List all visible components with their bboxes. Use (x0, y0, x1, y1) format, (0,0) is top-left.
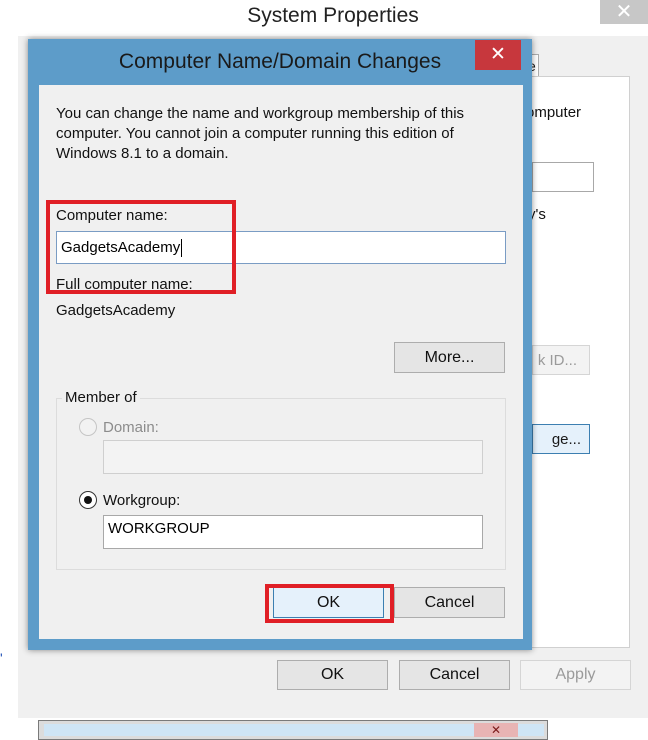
system-properties-close-icon[interactable]: ✕ (600, 0, 648, 24)
workgroup-radio[interactable] (79, 491, 97, 509)
more-button[interactable]: More... (394, 342, 505, 373)
partial-window-close-icon[interactable]: ✕ (474, 723, 518, 737)
system-properties-title: System Properties (247, 4, 419, 27)
dialog-close-icon[interactable]: ✕ (475, 40, 521, 70)
system-properties-ok-button[interactable]: OK (277, 660, 388, 690)
system-properties-apply-button[interactable]: Apply (520, 660, 631, 690)
stray-mark: ' (0, 650, 3, 666)
domain-radio[interactable] (79, 418, 97, 436)
member-of-label: Member of (62, 389, 140, 406)
system-properties-cancel-button[interactable]: Cancel (399, 660, 510, 690)
computer-description-input[interactable] (532, 162, 594, 192)
dialog-description: You can change the name and workgroup me… (56, 105, 465, 162)
domain-input[interactable] (103, 440, 483, 474)
full-computer-name-value: GadgetsAcademy (56, 302, 176, 319)
computer-description-label-fragment: omputer (526, 104, 582, 121)
computer-name-highlight (46, 200, 236, 294)
network-id-button[interactable]: k ID... (532, 345, 590, 375)
partial-window-caption-area (44, 724, 544, 736)
domain-label: Domain: (103, 419, 159, 436)
workgroup-input[interactable]: WORKGROUP (103, 515, 483, 549)
change-button[interactable]: ge... (532, 424, 590, 454)
workgroup-label: Workgroup: (103, 492, 181, 509)
workgroup-value: WORKGROUP (108, 520, 210, 537)
dialog-title: Computer Name/Domain Changes (118, 50, 442, 73)
ok-button-highlight (265, 584, 394, 623)
dialog-cancel-button[interactable]: Cancel (394, 587, 505, 618)
